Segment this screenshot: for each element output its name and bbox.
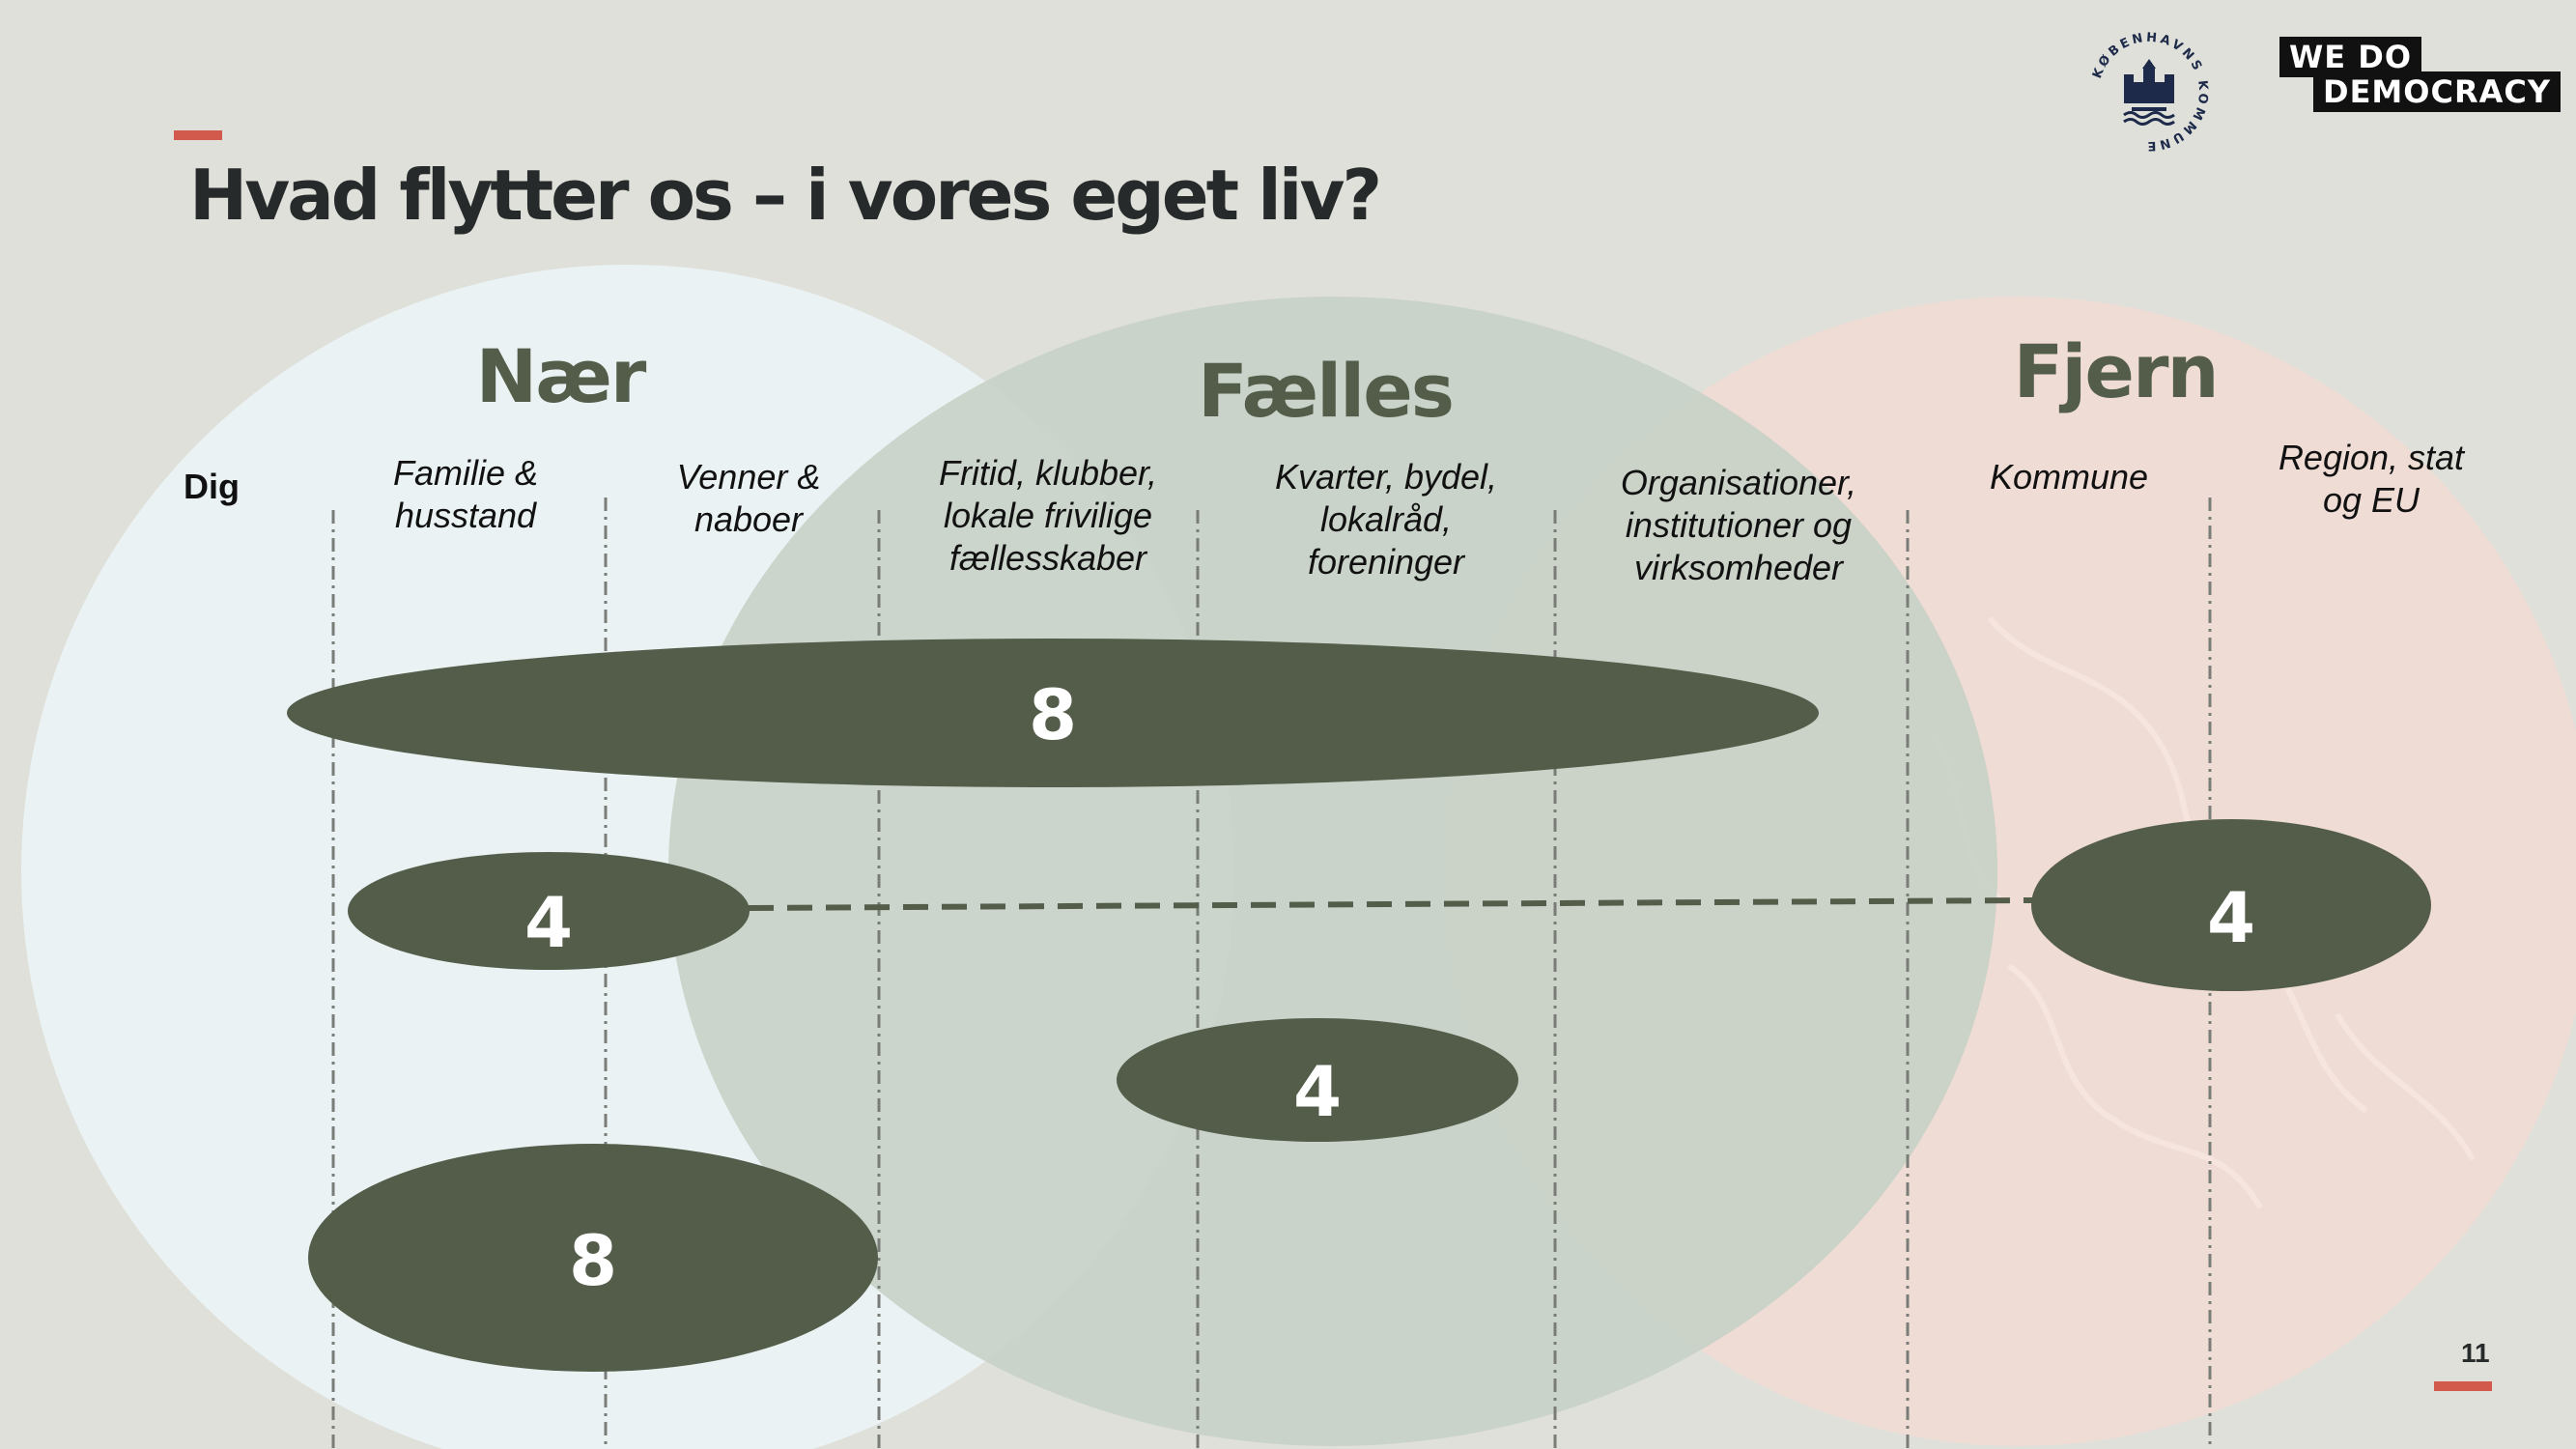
column-label-region: Region, stat og EU (2278, 438, 2465, 520)
castle-icon (2123, 59, 2175, 126)
logo-line-2: DEMOCRACY (2313, 71, 2562, 112)
column-label-venner: Venner & naboer (676, 457, 821, 539)
zone-heading-naer: Nær (475, 333, 647, 419)
column-label-organisationer: Organisationer, institutioner og virksom… (1620, 463, 1857, 587)
group-value: 4 (524, 882, 573, 963)
kobenhavns-kommune-logo: KØBENHAVNS KOMMUNE (2090, 31, 2207, 153)
group-value: 8 (569, 1220, 617, 1301)
zone-heading-fjern: Fjern (2013, 328, 2219, 414)
column-label-familie: Familie & husstand (392, 453, 539, 535)
group-value: 4 (1293, 1051, 1342, 1132)
page-number: 11 (2461, 1338, 2490, 1368)
column-label-kvarter: Kvarter, bydel, lokalråd, foreninger (1274, 457, 1498, 582)
group-value: 4 (2207, 877, 2255, 958)
slide: 8 4 4 4 8 Hvad flytter os – i vores eget… (0, 0, 2576, 1449)
group-value: 8 (1029, 674, 1077, 755)
page-title: Hvad flytter os – i vores eget liv? (189, 155, 1382, 236)
column-label-kommune: Kommune (1989, 457, 2149, 497)
column-label-dig: Dig (184, 467, 240, 506)
column-label-fritid: Fritid, klubber, lokale frivilige fælles… (938, 453, 1158, 578)
zone-heading-faelles: Fælles (1198, 348, 1455, 434)
page-accent-bar (2434, 1381, 2492, 1391)
title-accent-bar (174, 130, 222, 140)
